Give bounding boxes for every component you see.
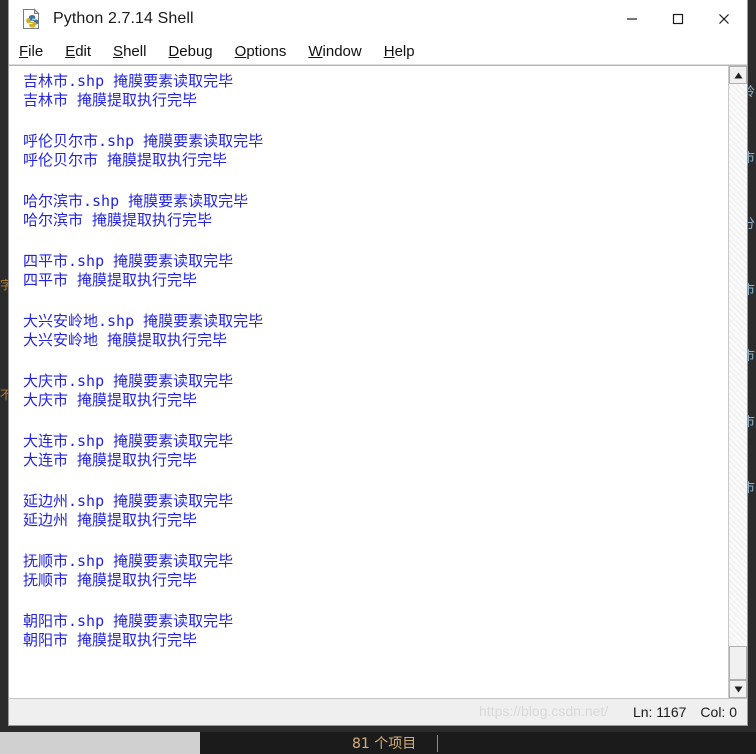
shell-entry: 抚顺市.shp 掩膜要素读取完毕 抚顺市 掩膜提取执行完毕 xyxy=(23,552,728,590)
background-item-count: 81 个项目 xyxy=(352,736,417,752)
shell-output-text[interactable]: 吉林市.shp 掩膜要素读取完毕 吉林市 掩膜提取执行完毕 呼伦贝尔市.shp … xyxy=(9,66,728,698)
window-title: Python 2.7.14 Shell xyxy=(53,10,194,27)
menu-item-options[interactable]: Options xyxy=(235,43,287,60)
menu-item-debug-accel: D xyxy=(168,42,180,60)
shell-entry: 大连市.shp 掩膜要素读取完毕 大连市 掩膜提取执行完毕 xyxy=(23,432,728,470)
shell-entry: 大庆市.shp 掩膜要素读取完毕 大庆市 掩膜提取执行完毕 xyxy=(23,372,728,410)
maximize-button[interactable] xyxy=(655,0,701,38)
shell-output-line: 大庆市 掩膜提取执行完毕 xyxy=(23,391,198,409)
background-taskbar-thumbnail xyxy=(0,732,200,754)
shell-output-line: 大庆市.shp 掩膜要素读取完毕 xyxy=(23,372,234,390)
watermark-text: https://blog.csdn.net/ xyxy=(479,703,609,719)
menu-item-window-label: indow xyxy=(322,42,362,60)
menu-item-window[interactable]: Window xyxy=(308,43,361,60)
menu-item-help-label: elp xyxy=(394,42,415,60)
menu-item-file[interactable]: File xyxy=(19,43,43,60)
menu-item-debug[interactable]: Debug xyxy=(168,43,212,60)
menu-bar: File Edit Shell Debug Options Window Hel… xyxy=(9,38,747,65)
menu-item-edit[interactable]: Edit xyxy=(65,43,91,60)
shell-body: 吉林市.shp 掩膜要素读取完毕 吉林市 掩膜提取执行完毕 呼伦贝尔市.shp … xyxy=(9,65,747,698)
status-bar: https://blog.csdn.net/ Ln: 1167 Col: 0 xyxy=(9,698,747,725)
status-column-number: Col: 0 xyxy=(700,704,737,720)
shell-output-line: 朝阳市 掩膜提取执行完毕 xyxy=(23,631,198,649)
shell-output-line: 吉林市 掩膜提取执行完毕 xyxy=(23,91,198,109)
menu-item-debug-label: ebug xyxy=(179,42,213,60)
shell-entry: 大兴安岭地.shp 掩膜要素读取完毕 大兴安岭地 掩膜提取执行完毕 xyxy=(23,312,728,350)
shell-entry: 延边州.shp 掩膜要素读取完毕 延边州 掩膜提取执行完毕 xyxy=(23,492,728,530)
menu-item-shell[interactable]: Shell xyxy=(113,43,146,60)
shell-entry: 四平市.shp 掩膜要素读取完毕 四平市 掩膜提取执行完毕 xyxy=(23,252,728,290)
scrollbar-track[interactable] xyxy=(729,84,747,680)
menu-item-shell-accel: S xyxy=(113,42,124,60)
shell-entry: 吉林市.shp 掩膜要素读取完毕 吉林市 掩膜提取执行完毕 xyxy=(23,72,728,110)
menu-item-edit-label: dit xyxy=(75,42,92,60)
shell-output-line: 大连市 掩膜提取执行完毕 xyxy=(23,451,198,469)
background-status-separator xyxy=(437,735,438,752)
shell-output-line: 大兴安岭地.shp 掩膜要素读取完毕 xyxy=(23,312,264,330)
menu-item-file-label: ile xyxy=(28,42,44,60)
minimize-button[interactable] xyxy=(609,0,655,38)
title-bar[interactable]: Python 2.7.14 Shell xyxy=(9,0,747,38)
menu-item-window-accel: W xyxy=(308,42,323,60)
shell-entry: 朝阳市.shp 掩膜要素读取完毕 朝阳市 掩膜提取执行完毕 xyxy=(23,612,728,650)
shell-output-line: 抚顺市.shp 掩膜要素读取完毕 xyxy=(23,552,234,570)
menu-item-help[interactable]: Help xyxy=(384,43,415,60)
menu-item-help-accel: H xyxy=(383,42,395,60)
shell-output-line: 朝阳市.shp 掩膜要素读取完毕 xyxy=(23,612,234,630)
shell-output-line: 呼伦贝尔市 掩膜提取执行完毕 xyxy=(23,151,228,169)
vertical-scrollbar[interactable] xyxy=(728,66,747,698)
python-shell-window: Python 2.7.14 Shell File Edit Shell Debu… xyxy=(8,0,748,726)
shell-entry: 哈尔滨市.shp 掩膜要素读取完毕 哈尔滨市 掩膜提取执行完毕 xyxy=(23,192,728,230)
shell-output-line: 四平市.shp 掩膜要素读取完毕 xyxy=(23,252,234,270)
menu-item-options-label: ptions xyxy=(246,42,287,60)
shell-entry: 呼伦贝尔市.shp 掩膜要素读取完毕 呼伦贝尔市 掩膜提取执行完毕 xyxy=(23,132,728,170)
close-button[interactable] xyxy=(701,0,747,38)
menu-item-edit-accel: E xyxy=(65,42,76,60)
status-line-number: Ln: 1167 xyxy=(632,704,687,720)
scroll-down-icon[interactable] xyxy=(729,680,747,698)
shell-output-line: 哈尔滨市 掩膜提取执行完毕 xyxy=(23,211,213,229)
shell-output-line: 四平市 掩膜提取执行完毕 xyxy=(23,271,198,289)
shell-output-line: 延边州 掩膜提取执行完毕 xyxy=(23,511,198,529)
shell-output-line: 大兴安岭地 掩膜提取执行完毕 xyxy=(23,331,228,349)
shell-output-line: 呼伦贝尔市.shp 掩膜要素读取完毕 xyxy=(23,132,264,150)
menu-item-file-accel: F xyxy=(19,42,29,60)
menu-item-shell-label: hell xyxy=(123,42,147,60)
shell-output-line: 延边州.shp 掩膜要素读取完毕 xyxy=(23,492,234,510)
shell-output-line: 抚顺市 掩膜提取执行完毕 xyxy=(23,571,198,589)
scroll-up-icon[interactable] xyxy=(729,66,747,84)
shell-output-line: 大连市.shp 掩膜要素读取完毕 xyxy=(23,432,234,450)
window-controls xyxy=(609,0,747,38)
scrollbar-thumb[interactable] xyxy=(729,646,747,680)
menu-item-options-accel: O xyxy=(234,42,247,60)
shell-output-line: 吉林市.shp 掩膜要素读取完毕 xyxy=(23,72,234,90)
shell-output-line: 哈尔滨市.shp 掩膜要素读取完毕 xyxy=(23,192,249,210)
python-idle-icon xyxy=(21,8,43,30)
